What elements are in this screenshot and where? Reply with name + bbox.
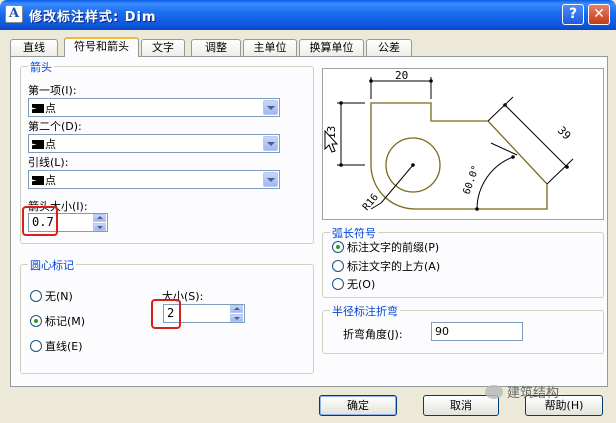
close-button[interactable]: ✕ (588, 4, 610, 25)
tab-lines[interactable]: 直线 (10, 39, 58, 56)
spin-down-icon[interactable] (93, 223, 106, 231)
dim-text-radius: R16 (361, 192, 381, 213)
spin-up-icon[interactable] (93, 214, 106, 222)
radius-jog-title: 半径标注折弯 (330, 303, 400, 319)
first-arrow-select[interactable]: 点 (28, 98, 280, 117)
jog-angle-label: 折弯角度(J): (343, 328, 403, 341)
arc-above-radio[interactable]: 标注文字的上方(A) (332, 258, 440, 274)
dot-arrow-icon (32, 104, 44, 113)
first-arrow-label: 第一项(I): (28, 84, 77, 97)
leader-arrow-label: 引线(L): (28, 156, 69, 169)
second-arrow-select[interactable]: 点 (28, 134, 280, 153)
chevron-down-icon[interactable] (263, 136, 278, 151)
dot-arrow-icon (32, 176, 44, 185)
tab-fit[interactable]: 调整 (191, 39, 241, 56)
center-mark-radio[interactable]: 标记(M) (30, 313, 85, 329)
arrowheads-title: 箭头 (28, 59, 54, 75)
tab-alternate-units[interactable]: 换算单位 (299, 39, 364, 56)
watermark: 建筑结构 (485, 382, 559, 401)
tab-tolerances[interactable]: 公差 (366, 39, 412, 56)
jog-angle-input[interactable]: 90 (431, 322, 523, 341)
tab-text[interactable]: 文字 (141, 39, 185, 56)
second-arrow-label: 第二个(D): (28, 120, 82, 133)
window-title: 修改标注样式: Dim (29, 10, 157, 25)
title-bar: A 修改标注样式: Dim ? ✕ (0, 0, 616, 30)
dim-text-right: 39 (555, 124, 574, 143)
wechat-icon (485, 385, 503, 399)
help-title-button[interactable]: ? (562, 4, 584, 25)
ok-button[interactable]: 确定 (319, 395, 397, 416)
tab-symbols-arrows[interactable]: 符号和箭头 (64, 37, 139, 57)
arc-none-radio[interactable]: 无(O) (332, 276, 375, 292)
dot-arrow-icon (32, 140, 44, 149)
center-line-radio[interactable]: 直线(E) (30, 338, 83, 354)
dimension-preview: 20 13 39 60.0° R16 (322, 68, 604, 220)
spin-down-icon[interactable] (230, 314, 243, 322)
tab-primary-units[interactable]: 主单位 (243, 39, 297, 56)
preview-drawing: 20 13 39 60.0° R16 (324, 69, 574, 213)
annotation-highlight (151, 299, 181, 329)
center-none-radio[interactable]: 无(N) (30, 288, 73, 304)
dim-text-angle: 60.0° (461, 164, 482, 196)
spin-up-icon[interactable] (230, 305, 243, 313)
chevron-down-icon[interactable] (263, 100, 278, 115)
annotation-highlight (22, 206, 58, 236)
leader-arrow-select[interactable]: 点 (28, 170, 280, 189)
center-marks-title: 圆心标记 (28, 257, 76, 273)
chevron-down-icon[interactable] (263, 172, 278, 187)
arc-prefix-radio[interactable]: 标注文字的前缀(P) (332, 239, 439, 255)
app-icon: A (5, 5, 23, 23)
dim-text-top: 20 (395, 69, 408, 82)
